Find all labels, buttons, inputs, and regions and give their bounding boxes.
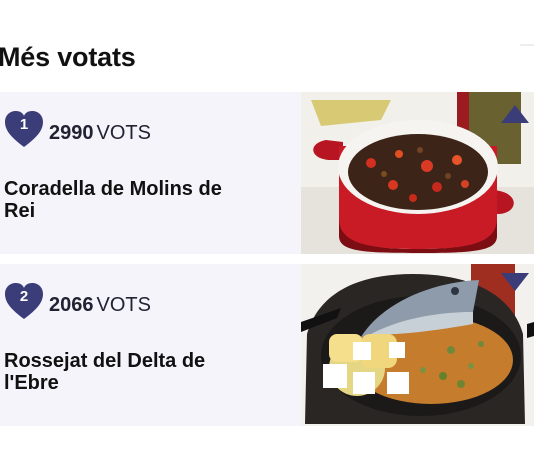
dish-photo[interactable] bbox=[301, 264, 534, 426]
vote-number: 2990 bbox=[49, 122, 94, 144]
rank-number: 2 bbox=[19, 288, 29, 305]
vote-label: VOTS bbox=[96, 122, 151, 144]
vote-label: VOTS bbox=[96, 294, 151, 316]
ranking-item[interactable]: 2 2066 VOTS Rossejat del Delta de l'Ebre bbox=[0, 264, 534, 426]
vote-count: 2990 VOTS bbox=[49, 122, 151, 145]
top-edge-divider bbox=[520, 44, 534, 46]
ranking-item[interactable]: 1 2990 VOTS Coradella de Molins de Rei bbox=[0, 92, 534, 254]
section-title: Més votats bbox=[0, 42, 136, 72]
dish-name[interactable]: Rossejat del Delta de l'Ebre bbox=[4, 350, 240, 394]
vote-count: 2066 VOTS bbox=[49, 294, 151, 317]
arrow-up-icon[interactable] bbox=[500, 104, 530, 124]
rank-number: 1 bbox=[19, 116, 29, 133]
most-voted-page: Més votats 1 2990 VOTS Coradella de Molin… bbox=[0, 0, 534, 462]
vote-number: 2066 bbox=[49, 294, 94, 316]
dish-name[interactable]: Coradella de Molins de Rei bbox=[4, 178, 240, 222]
dish-photo[interactable] bbox=[301, 92, 534, 254]
arrow-down-icon[interactable] bbox=[500, 272, 530, 292]
